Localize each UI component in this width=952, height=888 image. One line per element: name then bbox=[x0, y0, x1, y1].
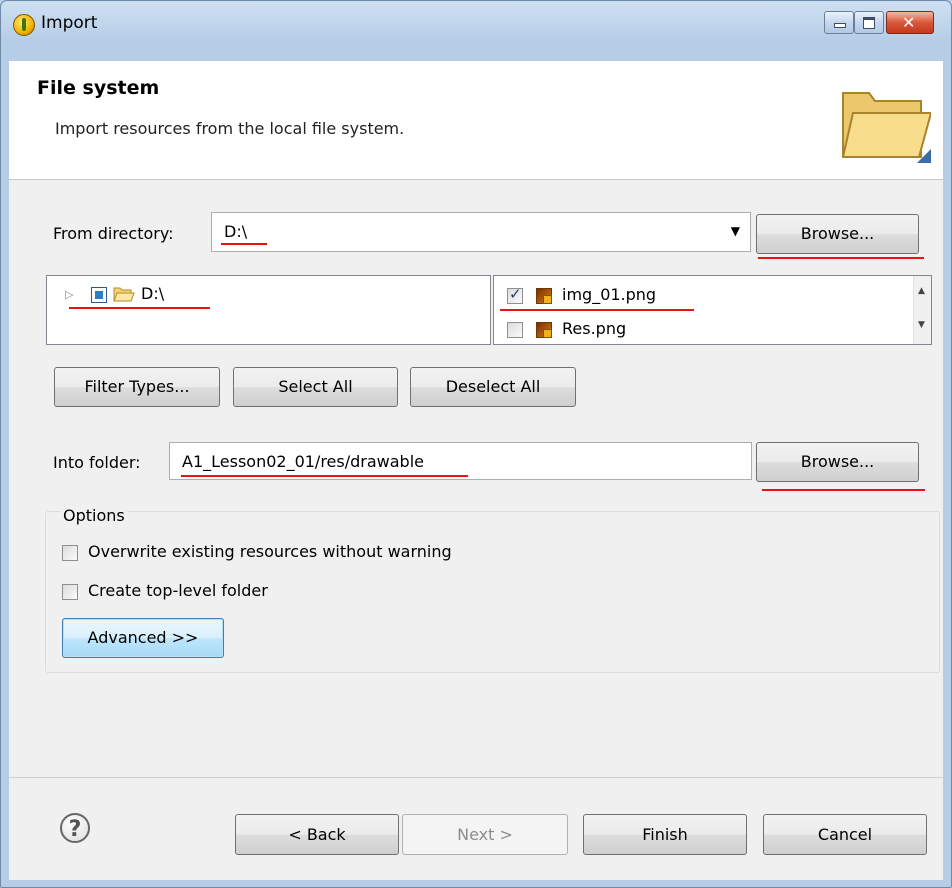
from-directory-combo[interactable]: D:\ ▼ bbox=[211, 212, 751, 252]
create-toplevel-checkbox[interactable] bbox=[62, 584, 78, 600]
file-label-img-01[interactable]: img_01.png bbox=[562, 285, 656, 304]
page-title: File system bbox=[37, 77, 160, 99]
overwrite-label[interactable]: Overwrite existing resources without war… bbox=[88, 542, 452, 561]
options-group: Options Overwrite existing resources wit… bbox=[45, 506, 940, 673]
title-bar[interactable]: Import ✕ bbox=[1, 1, 951, 45]
from-directory-label: From directory: bbox=[53, 224, 174, 243]
into-folder-label: Into folder: bbox=[53, 453, 141, 472]
file-label-res[interactable]: Res.png bbox=[562, 319, 626, 338]
minimize-icon bbox=[834, 23, 846, 28]
tree-item-checkbox[interactable] bbox=[91, 287, 107, 303]
next-button[interactable]: Next > bbox=[402, 814, 568, 855]
deselect-all-button[interactable]: Deselect All bbox=[410, 367, 576, 407]
annotation-underline bbox=[221, 243, 267, 245]
window-title: Import bbox=[41, 13, 98, 33]
file-checkbox-res[interactable] bbox=[507, 322, 523, 338]
options-legend: Options bbox=[61, 506, 127, 525]
directory-tree[interactable]: ▷ D:\ bbox=[46, 275, 491, 345]
browse-source-button[interactable]: Browse... bbox=[756, 214, 919, 254]
scroll-up-icon[interactable]: ▲ bbox=[918, 286, 925, 296]
maximize-icon bbox=[863, 17, 875, 29]
page-description: Import resources from the local file sys… bbox=[55, 119, 405, 138]
partial-check-icon bbox=[95, 291, 103, 299]
annotation-underline bbox=[758, 257, 924, 259]
png-file-icon bbox=[536, 288, 552, 304]
folder-open-icon bbox=[113, 287, 135, 302]
wizard-header: File system Import resources from the lo… bbox=[9, 61, 943, 180]
overwrite-checkbox[interactable] bbox=[62, 545, 78, 561]
expand-arrow-icon[interactable]: ▷ bbox=[65, 288, 73, 301]
annotation-underline bbox=[69, 307, 210, 309]
create-toplevel-label[interactable]: Create top-level folder bbox=[88, 581, 268, 600]
png-file-icon bbox=[536, 322, 552, 338]
into-folder-value: A1_Lesson02_01/res/drawable bbox=[182, 452, 424, 471]
file-list[interactable]: ✓ img_01.png Res.png ▲ ▼ bbox=[493, 275, 932, 345]
from-directory-value: D:\ bbox=[224, 222, 248, 241]
filter-types-button[interactable]: Filter Types... bbox=[54, 367, 220, 407]
import-dialog: Import ✕ File system Import resources fr… bbox=[0, 0, 952, 888]
annotation-underline bbox=[181, 475, 468, 477]
wizard-body: From directory: D:\ ▼ Browse... ▷ D:\ ✓ … bbox=[9, 180, 943, 777]
dropdown-arrow-icon[interactable]: ▼ bbox=[731, 224, 740, 238]
eclipse-icon bbox=[13, 14, 35, 36]
tree-item-label[interactable]: D:\ bbox=[141, 284, 164, 303]
checkmark-icon: ✓ bbox=[509, 285, 522, 303]
minimize-button[interactable] bbox=[824, 11, 854, 34]
close-button[interactable]: ✕ bbox=[886, 11, 934, 34]
browse-destination-button[interactable]: Browse... bbox=[756, 442, 919, 482]
scroll-down-icon[interactable]: ▼ bbox=[918, 320, 925, 330]
annotation-underline bbox=[500, 309, 694, 311]
file-checkbox-img-01[interactable]: ✓ bbox=[507, 285, 523, 304]
cancel-button[interactable]: Cancel bbox=[763, 814, 927, 855]
file-list-scrollbar[interactable]: ▲ ▼ bbox=[913, 276, 931, 344]
wizard-footer: ? < Back Next > Finish Cancel bbox=[9, 777, 943, 880]
back-button[interactable]: < Back bbox=[235, 814, 399, 855]
folder-banner-icon bbox=[841, 92, 931, 163]
maximize-button[interactable] bbox=[854, 11, 884, 34]
finish-button[interactable]: Finish bbox=[583, 814, 747, 855]
select-all-button[interactable]: Select All bbox=[233, 367, 398, 407]
annotation-underline bbox=[762, 489, 925, 491]
help-icon[interactable]: ? bbox=[60, 813, 90, 843]
advanced-button[interactable]: Advanced >> bbox=[62, 618, 224, 658]
close-icon: ✕ bbox=[902, 13, 916, 32]
